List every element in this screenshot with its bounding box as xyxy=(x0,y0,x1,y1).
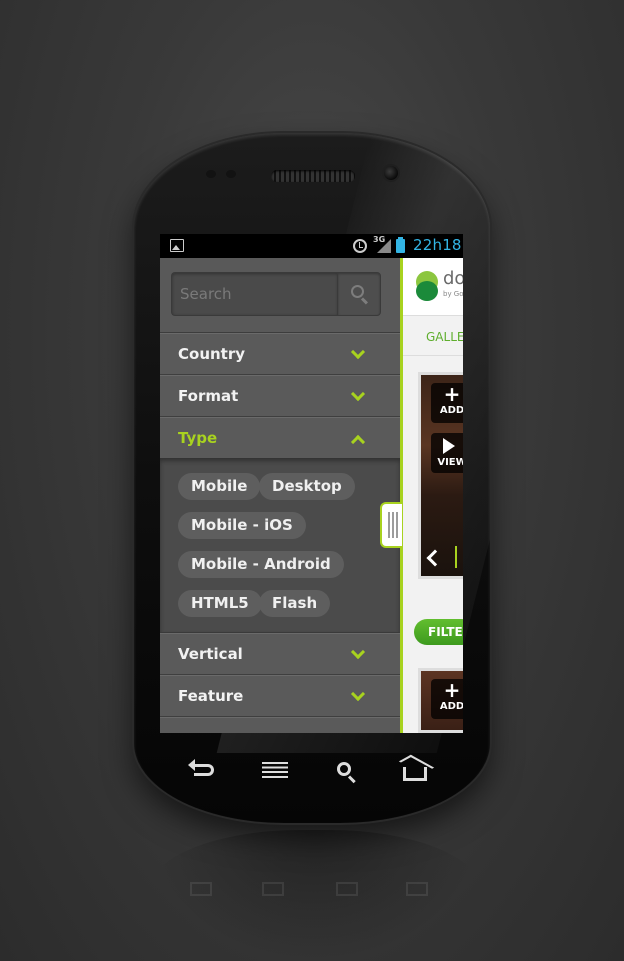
menu-icon[interactable] xyxy=(262,762,288,778)
divider xyxy=(403,355,463,356)
view-button[interactable]: VIEW xyxy=(431,433,463,473)
category-label: Format xyxy=(178,387,239,405)
chevron-down-icon xyxy=(350,686,366,702)
chevron-down-icon xyxy=(350,344,366,360)
type-options-panel: Mobile Desktop Mobile - iOS Mobile - And… xyxy=(160,458,400,633)
add-label: ADD xyxy=(439,701,463,712)
filter-button[interactable]: FILTER xyxy=(414,619,463,645)
category-feature[interactable]: Feature xyxy=(160,675,400,717)
search-icon[interactable] xyxy=(337,762,351,776)
plus-icon: + xyxy=(443,382,461,406)
brand-logo xyxy=(416,271,440,301)
add-button[interactable]: + ADD xyxy=(431,383,463,423)
search-button[interactable] xyxy=(337,272,381,316)
category-label: Vertical xyxy=(178,645,243,663)
chevron-down-icon xyxy=(350,386,366,402)
logo-subtext: by Go xyxy=(443,290,463,298)
drawer-handle[interactable] xyxy=(380,502,402,548)
logo-text: do xyxy=(443,268,463,289)
status-clock: 22h18 xyxy=(413,236,462,254)
chevron-up-icon xyxy=(350,434,366,450)
reflection-icons xyxy=(190,882,450,902)
app-header: do by Go xyxy=(403,258,463,316)
category-type[interactable]: Type xyxy=(160,417,400,459)
search-bar: Search xyxy=(160,258,400,333)
status-bar: 3G 22h18 xyxy=(160,234,463,258)
category-label: Feature xyxy=(178,687,244,705)
tag-html5[interactable]: HTML5 xyxy=(178,590,262,617)
chevron-left-icon[interactable] xyxy=(426,549,444,567)
phone-screen: 3G 22h18 Search Country Format Type Mobi… xyxy=(160,234,463,733)
category-country[interactable]: Country xyxy=(160,333,400,375)
signal-icon xyxy=(377,239,391,253)
view-label: VIEW xyxy=(437,457,463,468)
tab-gallery[interactable]: GALLE xyxy=(426,330,463,344)
plus-icon: + xyxy=(443,678,461,702)
gallery-card[interactable]: + ADD VIEW xyxy=(418,372,463,579)
play-icon xyxy=(443,438,455,454)
alarm-icon xyxy=(353,239,367,253)
tag-mobile-android[interactable]: Mobile - Android xyxy=(178,551,344,578)
search-icon xyxy=(351,285,364,298)
light-sensor xyxy=(226,170,236,178)
image-notification-icon xyxy=(170,239,184,252)
tag-mobile[interactable]: Mobile xyxy=(178,473,261,500)
category-partial[interactable] xyxy=(160,717,400,733)
category-format[interactable]: Format xyxy=(160,375,400,417)
proximity-sensor xyxy=(206,170,216,178)
add-label: ADD xyxy=(439,405,463,416)
gallery-content: do by Go GALLE + ADD VIEW FILTER + ADD xyxy=(400,258,463,733)
gallery-card[interactable]: + ADD xyxy=(418,668,463,733)
category-label: Type xyxy=(178,429,218,447)
home-icon[interactable] xyxy=(403,767,427,781)
category-vertical[interactable]: Vertical xyxy=(160,633,400,675)
tag-mobile-ios[interactable]: Mobile - iOS xyxy=(178,512,306,539)
category-label: Country xyxy=(178,345,246,363)
front-camera xyxy=(384,166,398,180)
carousel-indicator xyxy=(455,546,457,568)
earpiece-speaker xyxy=(271,170,355,182)
back-icon[interactable] xyxy=(188,759,214,776)
search-input[interactable]: Search xyxy=(171,272,338,316)
android-nav-bar xyxy=(160,750,463,795)
tag-flash[interactable]: Flash xyxy=(259,590,331,617)
tag-desktop[interactable]: Desktop xyxy=(259,473,355,500)
filter-drawer: Search Country Format Type Mobile Deskto… xyxy=(160,258,400,733)
battery-icon xyxy=(396,237,405,253)
chevron-down-icon xyxy=(350,644,366,660)
add-button[interactable]: + ADD xyxy=(431,679,463,719)
